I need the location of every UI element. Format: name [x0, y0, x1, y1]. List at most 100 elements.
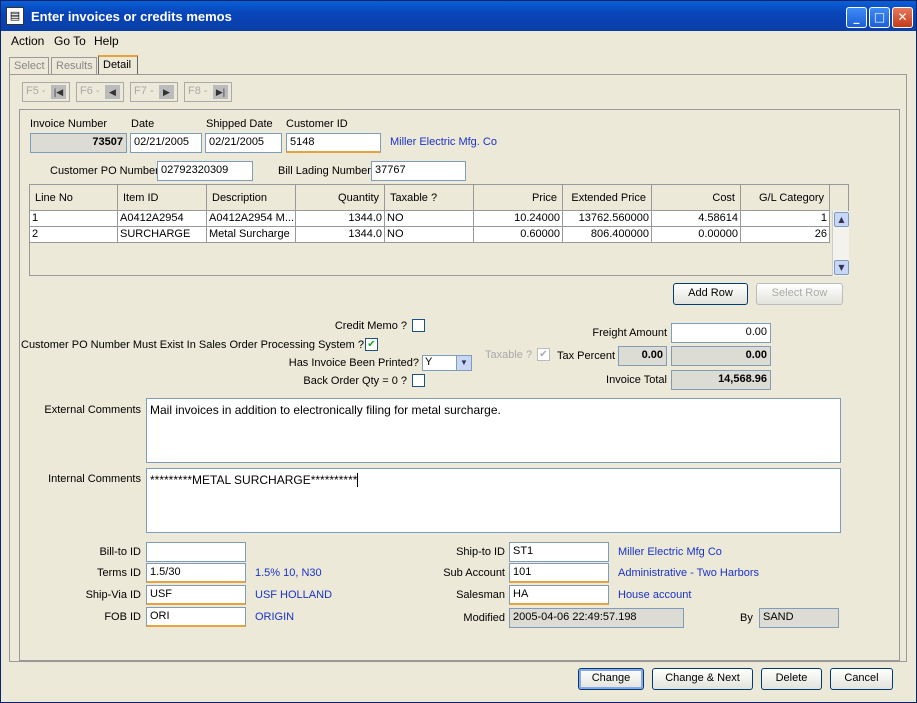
table-cell[interactable]: 4.58614: [652, 211, 741, 227]
table-cell[interactable]: 1344.0: [296, 211, 385, 227]
nav-prev-label: F6 -: [80, 85, 100, 97]
table-cell[interactable]: 26: [741, 227, 830, 243]
column-header-item-id[interactable]: Item ID: [118, 185, 207, 211]
terms-field[interactable]: 1.5/30: [146, 563, 246, 583]
modified-field: 2005-04-06 22:49:57.198: [509, 608, 684, 628]
invoice-total-label: Invoice Total: [606, 374, 667, 386]
invoice-printed-select[interactable]: Y ▼: [422, 355, 472, 371]
scroll-up-icon[interactable]: ▲: [834, 212, 849, 227]
change-next-button[interactable]: Change & Next: [652, 668, 753, 690]
table-cell[interactable]: 1: [741, 211, 830, 227]
tab-results[interactable]: Results: [51, 57, 97, 75]
sub-account-description: Administrative - Two Harbors: [618, 567, 760, 579]
credit-memo-checkbox[interactable]: [412, 319, 425, 332]
nav-last-label: F8 -: [188, 85, 208, 97]
fob-field[interactable]: ORI: [146, 607, 246, 627]
first-record-icon: |◀: [51, 85, 66, 99]
fob-description: ORIGIN: [255, 611, 295, 623]
table-cell[interactable]: 806.400000: [563, 227, 652, 243]
add-row-button[interactable]: Add Row: [673, 283, 748, 305]
column-header-description[interactable]: Description: [207, 185, 296, 211]
menu-action[interactable]: Action: [11, 34, 44, 48]
invoice-printed-value: Y: [425, 356, 433, 368]
ship-to-description: Miller Electric Mfg Co: [618, 546, 722, 558]
close-button[interactable]: ✕: [892, 7, 913, 28]
tax-amount-field: 0.00: [671, 346, 771, 366]
shipped-date-field[interactable]: 02/21/2005: [205, 133, 282, 153]
table-cell[interactable]: A0412A2954 M...: [207, 211, 296, 227]
table-cell[interactable]: 1: [30, 211, 118, 227]
taxable-checkbox[interactable]: ✔: [537, 348, 550, 361]
nav-first-label: F5 -: [26, 85, 46, 97]
date-field[interactable]: 02/21/2005: [130, 133, 202, 153]
table-cell[interactable]: NO: [385, 227, 474, 243]
bill-lading-field[interactable]: 37767: [371, 161, 466, 181]
menu-go-to[interactable]: Go To: [54, 34, 86, 48]
salesman-description: House account: [618, 589, 692, 601]
tab-detail[interactable]: Detail: [98, 55, 138, 75]
customer-id-field[interactable]: 5148: [286, 133, 381, 153]
external-comments-label: External Comments: [44, 404, 141, 416]
table-cell[interactable]: Metal Surcharge: [207, 227, 296, 243]
po-must-exist-label: Customer PO Number Must Exist In Sales O…: [21, 339, 364, 351]
credit-memo-label: Credit Memo ?: [334, 320, 407, 332]
tax-percent-label: Tax Percent: [557, 350, 616, 362]
table-cell[interactable]: 0.60000: [474, 227, 563, 243]
table-cell[interactable]: NO: [385, 211, 474, 227]
chevron-down-icon: ▼: [456, 356, 471, 370]
column-header-cost[interactable]: Cost: [652, 185, 741, 211]
scroll-down-icon[interactable]: ▼: [834, 260, 849, 275]
table-cell[interactable]: 2: [30, 227, 118, 243]
freight-amount-field[interactable]: 0.00: [671, 323, 771, 343]
table-cell[interactable]: SURCHARGE: [118, 227, 207, 243]
title-bar[interactable]: ▤ Enter invoices or credits memos _ □ ✕: [1, 1, 916, 31]
ship-via-label: Ship-Via ID: [85, 589, 141, 601]
cancel-button[interactable]: Cancel: [830, 668, 893, 690]
app-icon[interactable]: ▤: [6, 7, 24, 25]
by-label: By: [740, 612, 753, 624]
terms-label: Terms ID: [97, 567, 141, 579]
po-must-exist-checkbox[interactable]: ✔: [365, 338, 378, 351]
maximize-button[interactable]: □: [869, 7, 890, 28]
sub-account-field[interactable]: 101: [509, 563, 609, 583]
fob-label: FOB ID: [104, 611, 141, 623]
table-scrollbar[interactable]: ▲ ▼: [832, 211, 849, 276]
column-header-extended-price[interactable]: Extended Price: [563, 185, 652, 211]
column-header-taxable[interactable]: Taxable ?: [385, 185, 474, 211]
menu-help[interactable]: Help: [94, 34, 119, 48]
column-header-price[interactable]: Price: [474, 185, 563, 211]
invoice-printed-label: Has Invoice Been Printed?: [288, 357, 419, 369]
table-cell[interactable]: 13762.560000: [563, 211, 652, 227]
column-header-quantity[interactable]: Quantity: [296, 185, 385, 211]
menu-bar: Action Go To Help: [1, 31, 916, 50]
table-cell[interactable]: 1344.0: [296, 227, 385, 243]
invoice-number-field: 73507: [30, 133, 127, 153]
ship-via-field[interactable]: USF: [146, 585, 246, 605]
bill-to-field[interactable]: [146, 542, 246, 562]
shipped-date-label: Shipped Date: [206, 118, 273, 130]
nav-next-button[interactable]: F7 - ▶: [130, 82, 178, 102]
freight-amount-label: Freight Amount: [592, 327, 667, 339]
customer-po-field[interactable]: 02792320309: [157, 161, 253, 181]
table-cell[interactable]: 10.24000: [474, 211, 563, 227]
external-comments-textarea[interactable]: Mail invoices in addition to electronica…: [146, 398, 841, 463]
date-label: Date: [131, 118, 155, 130]
column-header-line-no[interactable]: Line No: [30, 185, 118, 211]
nav-last-button[interactable]: F8 - ▶|: [184, 82, 232, 102]
table-cell[interactable]: A0412A2954: [118, 211, 207, 227]
nav-first-button[interactable]: F5 - |◀: [22, 82, 70, 102]
select-row-button[interactable]: Select Row: [756, 283, 843, 305]
table-cell[interactable]: 0.00000: [652, 227, 741, 243]
internal-comments-textarea[interactable]: *********METAL SURCHARGE**********: [146, 468, 841, 533]
tab-select[interactable]: Select: [9, 57, 49, 75]
column-header-gl-category[interactable]: G/L Category: [741, 185, 830, 211]
delete-button[interactable]: Delete: [761, 668, 822, 690]
window-title: Enter invoices or credits memos: [31, 9, 232, 24]
ship-to-field[interactable]: ST1: [509, 542, 609, 562]
invoice-number-label: Invoice Number: [30, 118, 108, 130]
salesman-field[interactable]: HA: [509, 585, 609, 605]
nav-prev-button[interactable]: F6 - ◀: [76, 82, 124, 102]
back-order-checkbox[interactable]: [412, 374, 425, 387]
change-button[interactable]: Change: [578, 668, 644, 690]
minimize-button[interactable]: _: [846, 7, 867, 28]
